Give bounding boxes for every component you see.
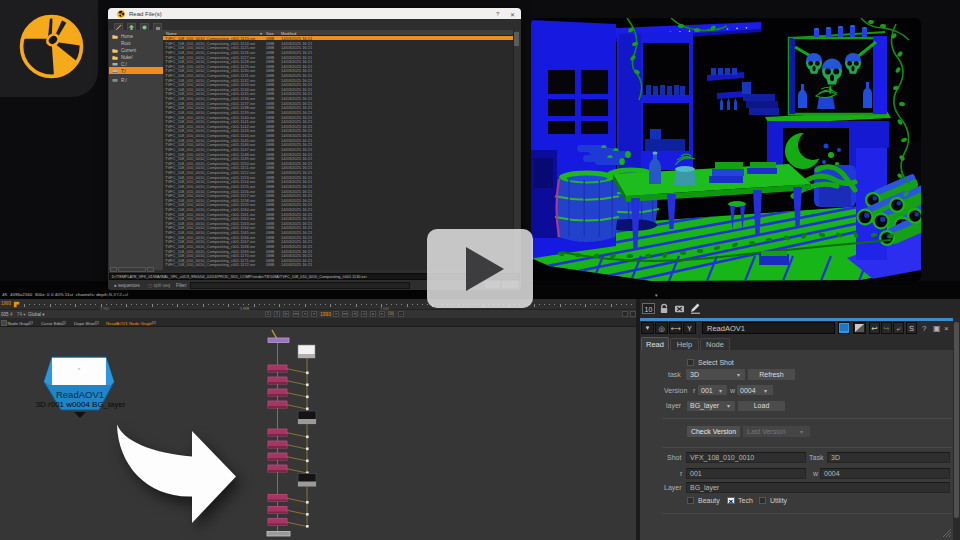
svg-text:ReadAOV1: ReadAOV1 bbox=[56, 389, 104, 400]
